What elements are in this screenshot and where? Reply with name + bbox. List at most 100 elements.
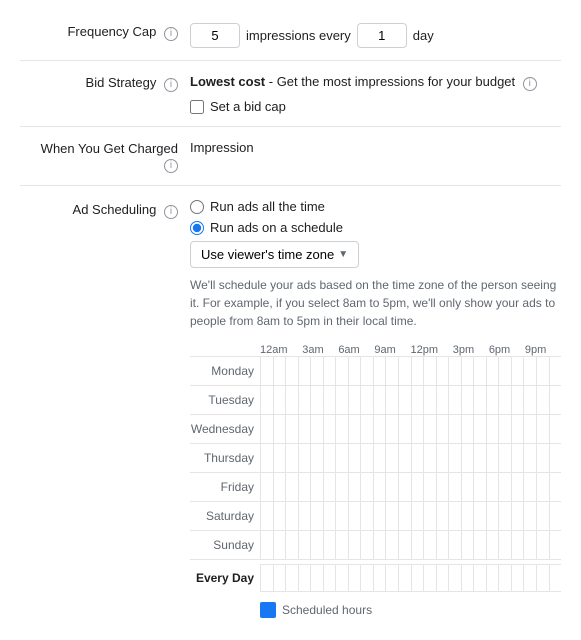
every-day-cell[interactable]: [473, 564, 486, 592]
schedule-cell[interactable]: [373, 444, 386, 472]
every-day-cell[interactable]: [523, 564, 536, 592]
schedule-cell[interactable]: [348, 415, 361, 443]
schedule-cell[interactable]: [385, 357, 398, 385]
schedule-cell[interactable]: [273, 357, 286, 385]
schedule-cell[interactable]: [423, 386, 436, 414]
schedule-cell[interactable]: [335, 415, 348, 443]
schedule-cell[interactable]: [373, 386, 386, 414]
schedule-cell[interactable]: [298, 386, 311, 414]
schedule-cell[interactable]: [348, 386, 361, 414]
schedule-cell[interactable]: [511, 386, 524, 414]
every-day-cell[interactable]: [260, 564, 273, 592]
every-day-cell[interactable]: [298, 564, 311, 592]
schedule-cell[interactable]: [260, 444, 273, 472]
schedule-cell[interactable]: [523, 531, 536, 559]
schedule-cell[interactable]: [411, 473, 424, 501]
schedule-cell[interactable]: [335, 502, 348, 530]
schedule-cell[interactable]: [523, 502, 536, 530]
schedule-cell[interactable]: [523, 415, 536, 443]
schedule-cell[interactable]: [273, 386, 286, 414]
schedule-cell[interactable]: [436, 415, 449, 443]
bid-strategy-info-icon[interactable]: i: [164, 78, 178, 92]
schedule-cell[interactable]: [536, 357, 549, 385]
every-day-cell[interactable]: [310, 564, 323, 592]
schedule-cell[interactable]: [273, 473, 286, 501]
schedule-cell[interactable]: [323, 502, 336, 530]
schedule-cell[interactable]: [536, 415, 549, 443]
every-day-cell[interactable]: [323, 564, 336, 592]
schedule-cell[interactable]: [285, 444, 298, 472]
schedule-cell[interactable]: [549, 386, 562, 414]
schedule-cell[interactable]: [486, 357, 499, 385]
schedule-cell[interactable]: [285, 473, 298, 501]
schedule-cell[interactable]: [348, 502, 361, 530]
schedule-cell[interactable]: [273, 415, 286, 443]
schedule-cell[interactable]: [461, 502, 474, 530]
schedule-cell[interactable]: [323, 357, 336, 385]
schedule-cell[interactable]: [498, 473, 511, 501]
when-charged-info-icon[interactable]: i: [164, 159, 178, 173]
schedule-cell[interactable]: [448, 444, 461, 472]
schedule-cell[interactable]: [360, 531, 373, 559]
schedule-cell[interactable]: [423, 444, 436, 472]
schedule-cell[interactable]: [448, 357, 461, 385]
schedule-cell[interactable]: [448, 386, 461, 414]
every-day-cell[interactable]: [273, 564, 286, 592]
schedule-cell[interactable]: [348, 473, 361, 501]
every-day-cell[interactable]: [348, 564, 361, 592]
every-day-cell[interactable]: [536, 564, 549, 592]
schedule-cell[interactable]: [273, 444, 286, 472]
schedule-cell[interactable]: [448, 531, 461, 559]
schedule-cell[interactable]: [335, 473, 348, 501]
schedule-cell[interactable]: [549, 531, 562, 559]
schedule-cell[interactable]: [536, 531, 549, 559]
schedule-cell[interactable]: [323, 531, 336, 559]
ad-scheduling-info-icon[interactable]: i: [164, 205, 178, 219]
schedule-cell[interactable]: [411, 357, 424, 385]
schedule-cell[interactable]: [335, 386, 348, 414]
schedule-cell[interactable]: [298, 357, 311, 385]
schedule-cell[interactable]: [273, 502, 286, 530]
schedule-cell[interactable]: [273, 531, 286, 559]
schedule-cell[interactable]: [385, 473, 398, 501]
schedule-cell[interactable]: [411, 531, 424, 559]
schedule-cell[interactable]: [411, 386, 424, 414]
schedule-cell[interactable]: [498, 502, 511, 530]
schedule-cell[interactable]: [260, 473, 273, 501]
schedule-cell[interactable]: [398, 531, 411, 559]
schedule-cell[interactable]: [436, 386, 449, 414]
schedule-cell[interactable]: [398, 502, 411, 530]
schedule-cell[interactable]: [348, 444, 361, 472]
schedule-cell[interactable]: [473, 473, 486, 501]
schedule-cell[interactable]: [360, 502, 373, 530]
schedule-cell[interactable]: [411, 502, 424, 530]
every-day-cell[interactable]: [511, 564, 524, 592]
schedule-cell[interactable]: [511, 415, 524, 443]
schedule-cell[interactable]: [348, 357, 361, 385]
schedule-cell[interactable]: [411, 415, 424, 443]
bid-strategy-desc-info-icon[interactable]: i: [523, 77, 537, 91]
frequency-cap-days-input[interactable]: [357, 23, 407, 48]
schedule-cell[interactable]: [360, 415, 373, 443]
schedule-cell[interactable]: [523, 473, 536, 501]
schedule-cell[interactable]: [536, 444, 549, 472]
schedule-cell[interactable]: [298, 502, 311, 530]
schedule-cell[interactable]: [323, 473, 336, 501]
schedule-cell[interactable]: [298, 473, 311, 501]
schedule-cell[interactable]: [549, 415, 562, 443]
schedule-cell[interactable]: [398, 386, 411, 414]
run-ads-all-time-radio[interactable]: [190, 200, 204, 214]
schedule-cell[interactable]: [473, 531, 486, 559]
schedule-cell[interactable]: [310, 386, 323, 414]
every-day-cell[interactable]: [398, 564, 411, 592]
schedule-cell[interactable]: [523, 357, 536, 385]
schedule-cell[interactable]: [461, 531, 474, 559]
schedule-cell[interactable]: [335, 531, 348, 559]
schedule-cell[interactable]: [385, 502, 398, 530]
schedule-cell[interactable]: [360, 357, 373, 385]
schedule-cell[interactable]: [473, 444, 486, 472]
schedule-cell[interactable]: [260, 386, 273, 414]
schedule-cell[interactable]: [310, 415, 323, 443]
schedule-cell[interactable]: [373, 502, 386, 530]
schedule-cell[interactable]: [511, 357, 524, 385]
